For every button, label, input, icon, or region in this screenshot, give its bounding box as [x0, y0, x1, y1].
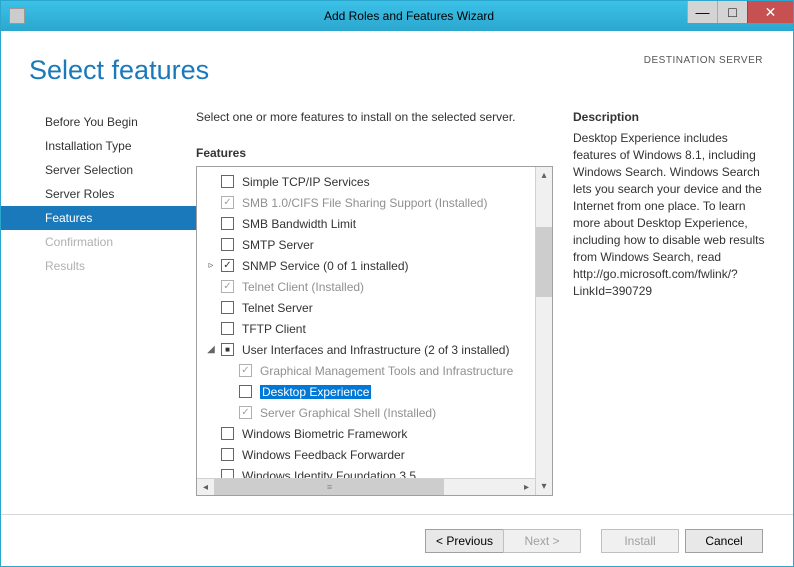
app-icon [9, 8, 25, 24]
feature-label: SMTP Server [242, 238, 314, 252]
expand-icon[interactable]: ▹ [205, 260, 217, 272]
feature-item[interactable]: TFTP Client [197, 318, 535, 339]
feature-item[interactable]: SMB 1.0/CIFS File Sharing Support (Insta… [197, 192, 535, 213]
horizontal-scrollbar[interactable]: ◂ ≡ ▸ [197, 478, 535, 495]
feature-checkbox[interactable] [239, 385, 252, 398]
feature-checkbox[interactable] [221, 427, 234, 440]
feature-label: Windows Feedback Forwarder [242, 448, 405, 462]
previous-button[interactable]: < Previous [425, 529, 503, 553]
feature-item[interactable]: Desktop Experience [197, 381, 535, 402]
install-button[interactable]: Install [601, 529, 679, 553]
page-header: Select features DESTINATION SERVER [1, 31, 793, 96]
feature-label: SMB Bandwidth Limit [242, 217, 356, 231]
feature-item[interactable]: Telnet Server [197, 297, 535, 318]
feature-label: Telnet Client (Installed) [242, 280, 364, 294]
wizard-window: Add Roles and Features Wizard — □ ✕ Sele… [0, 0, 794, 567]
feature-checkbox[interactable] [221, 322, 234, 335]
wizard-footer: < Previous Next > Install Cancel [1, 514, 793, 566]
horizontal-scroll-thumb[interactable]: ≡ [214, 479, 444, 495]
window-title: Add Roles and Features Wizard [25, 9, 793, 23]
feature-item[interactable]: SMB Bandwidth Limit [197, 213, 535, 234]
feature-checkbox[interactable] [221, 175, 234, 188]
feature-item[interactable]: Windows Biometric Framework [197, 423, 535, 444]
feature-checkbox[interactable] [221, 280, 234, 293]
step-server-selection[interactable]: Server Selection [1, 158, 196, 182]
description-label: Description [573, 110, 767, 124]
feature-item[interactable]: Graphical Management Tools and Infrastru… [197, 360, 535, 381]
wizard-steps-sidebar: Before You Begin Installation Type Serve… [1, 96, 196, 514]
minimize-button[interactable]: — [687, 1, 717, 23]
features-label: Features [196, 146, 553, 160]
feature-label: Telnet Server [242, 301, 313, 315]
feature-checkbox[interactable] [221, 301, 234, 314]
close-button[interactable]: ✕ [747, 1, 793, 23]
maximize-button[interactable]: □ [717, 1, 747, 23]
feature-label: Graphical Management Tools and Infrastru… [260, 364, 513, 378]
collapse-icon[interactable]: ◢ [205, 344, 217, 356]
destination-server-label: DESTINATION SERVER [644, 55, 763, 66]
feature-item[interactable]: Simple TCP/IP Services [197, 171, 535, 192]
feature-checkbox[interactable] [221, 217, 234, 230]
feature-item[interactable]: SMTP Server [197, 234, 535, 255]
description-column: Description Desktop Experience includes … [573, 110, 783, 514]
cancel-button[interactable]: Cancel [685, 529, 763, 553]
instruction-text: Select one or more features to install o… [196, 110, 553, 124]
page-title: Select features [29, 55, 209, 86]
scroll-down-icon[interactable]: ▾ [536, 478, 552, 495]
features-column: Select one or more features to install o… [196, 110, 553, 514]
step-installation-type[interactable]: Installation Type [1, 134, 196, 158]
titlebar: Add Roles and Features Wizard — □ ✕ [1, 1, 793, 31]
step-confirmation: Confirmation [1, 230, 196, 254]
step-features[interactable]: Features [1, 206, 196, 230]
feature-checkbox[interactable] [221, 343, 234, 356]
body: Before You Begin Installation Type Serve… [1, 96, 793, 514]
feature-item[interactable]: ▹ SNMP Service (0 of 1 installed) [197, 255, 535, 276]
scroll-left-icon[interactable]: ◂ [197, 479, 214, 495]
feature-label: SMB 1.0/CIFS File Sharing Support (Insta… [242, 196, 487, 210]
feature-label: Desktop Experience [260, 385, 371, 399]
feature-item[interactable]: Server Graphical Shell (Installed) [197, 402, 535, 423]
features-listbox: Simple TCP/IP Services SMB 1.0/CIFS File … [196, 166, 553, 496]
step-results: Results [1, 254, 196, 278]
feature-checkbox[interactable] [239, 406, 252, 419]
features-list[interactable]: Simple TCP/IP Services SMB 1.0/CIFS File … [197, 167, 535, 495]
feature-label: TFTP Client [242, 322, 306, 336]
step-server-roles[interactable]: Server Roles [1, 182, 196, 206]
feature-checkbox[interactable] [221, 238, 234, 251]
description-text: Desktop Experience includes features of … [573, 130, 767, 300]
feature-label: SNMP Service (0 of 1 installed) [242, 259, 409, 273]
scroll-right-icon[interactable]: ▸ [518, 479, 535, 495]
feature-item[interactable]: ◢ User Interfaces and Infrastructure (2 o… [197, 339, 535, 360]
feature-label: User Interfaces and Infrastructure (2 of… [242, 343, 509, 357]
vertical-scrollbar[interactable]: ▴ ▾ [535, 167, 552, 495]
vertical-scroll-thumb[interactable] [536, 227, 552, 297]
feature-checkbox[interactable] [221, 196, 234, 209]
feature-checkbox[interactable] [239, 364, 252, 377]
scroll-up-icon[interactable]: ▴ [536, 167, 552, 184]
feature-item[interactable]: Windows Feedback Forwarder [197, 444, 535, 465]
content-area: Select features DESTINATION SERVER Befor… [1, 31, 793, 566]
feature-checkbox[interactable] [221, 259, 234, 272]
feature-checkbox[interactable] [221, 448, 234, 461]
feature-label: Server Graphical Shell (Installed) [260, 406, 436, 420]
feature-label: Simple TCP/IP Services [242, 175, 370, 189]
step-before-you-begin[interactable]: Before You Begin [1, 110, 196, 134]
feature-label: Windows Biometric Framework [242, 427, 407, 441]
main-panel: Select one or more features to install o… [196, 96, 793, 514]
nav-button-group: < Previous Next > [425, 529, 581, 553]
horizontal-scroll-track[interactable]: ≡ [214, 479, 518, 495]
window-controls: — □ ✕ [687, 1, 793, 23]
feature-item[interactable]: Telnet Client (Installed) [197, 276, 535, 297]
next-button[interactable]: Next > [503, 529, 581, 553]
